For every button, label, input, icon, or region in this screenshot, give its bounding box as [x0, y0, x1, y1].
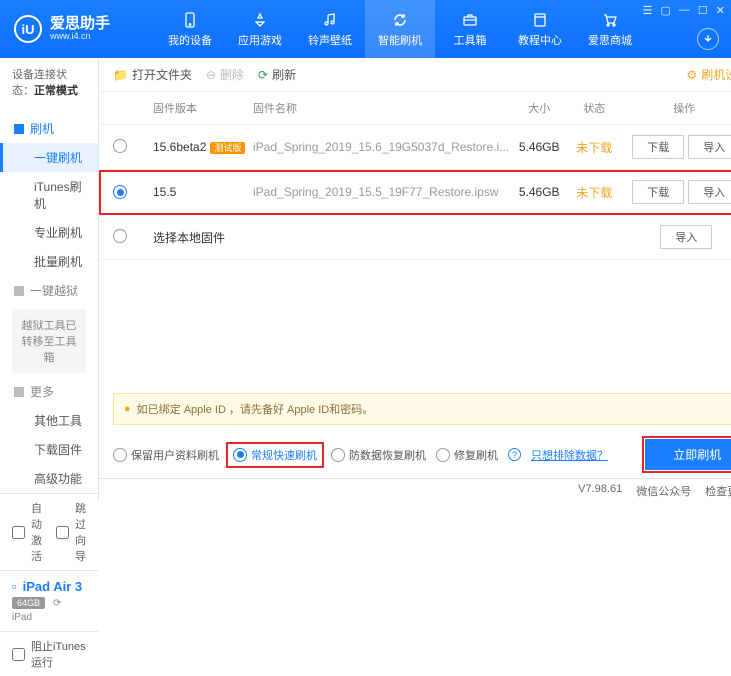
flash-opt-repair[interactable]: 修复刷机: [436, 447, 498, 463]
tab-apps[interactable]: 应用游戏: [225, 0, 295, 58]
radio[interactable]: [113, 185, 127, 199]
skip-guide-checkbox[interactable]: [56, 526, 69, 539]
sidebar-header-jailbreak[interactable]: 一键越狱: [0, 276, 98, 305]
device-icon: ▫: [12, 579, 17, 594]
phone-icon: [181, 11, 199, 29]
jailbreak-note: 越狱工具已转移至工具箱: [12, 309, 86, 373]
sidebar-item-download-fw[interactable]: 下载固件: [0, 435, 98, 464]
main-tabs: 我的设备 应用游戏 铃声壁纸 智能刷机 工具箱 教程中心 爱思商城: [155, 0, 645, 58]
wechat-link[interactable]: 微信公众号: [636, 483, 691, 499]
app-name: 爱思助手: [50, 16, 110, 33]
music-icon: [321, 11, 339, 29]
info-icon[interactable]: ?: [508, 448, 521, 461]
table-row[interactable]: 15.6beta2测试版 iPad_Spring_2019_15.6_19G50…: [99, 125, 731, 170]
tab-ringtones[interactable]: 铃声壁纸: [295, 0, 365, 58]
titlebar: iU 爱思助手 www.i4.cn 我的设备 应用游戏 铃声壁纸 智能刷机 工具…: [0, 0, 731, 58]
download-manager-icon[interactable]: [697, 28, 719, 50]
open-folder-button[interactable]: 📁打开文件夹: [113, 66, 192, 83]
refresh-icon: [391, 11, 409, 29]
warning-icon: ●: [124, 403, 131, 415]
flash-settings-button[interactable]: ⚙刷机设置: [686, 66, 731, 83]
table-row[interactable]: 选择本地固件 导入: [99, 215, 731, 260]
tab-tutorial[interactable]: 教程中心: [505, 0, 575, 58]
sidebar-item-pro[interactable]: 专业刷机: [0, 218, 98, 247]
sidebar-item-batch[interactable]: 批量刷机: [0, 247, 98, 276]
exclude-data-link[interactable]: 只想排除数据？: [531, 447, 608, 463]
auto-activate-checkbox[interactable]: [12, 526, 25, 539]
import-button[interactable]: 导入: [688, 135, 731, 159]
sidebar-item-other[interactable]: 其他工具: [0, 406, 98, 435]
flash-now-button[interactable]: 立即刷机: [645, 439, 731, 470]
close-icon[interactable]: ✕: [716, 4, 725, 17]
flash-opt-normal[interactable]: 常规快速刷机: [229, 445, 321, 465]
cart-icon: [601, 11, 619, 29]
block-itunes-row: 阻止iTunes运行: [0, 631, 98, 676]
window-controls: ☰ ▢ — ☐ ✕: [643, 4, 725, 17]
maximize-icon[interactable]: ☐: [698, 4, 708, 17]
flash-opt-keep-data[interactable]: 保留用户资料刷机: [113, 447, 219, 463]
tab-toolbox[interactable]: 工具箱: [435, 0, 505, 58]
sidebar-item-advanced[interactable]: 高级功能: [0, 464, 98, 493]
apps-icon: [251, 11, 269, 29]
tab-flash[interactable]: 智能刷机: [365, 0, 435, 58]
tab-shop[interactable]: 爱思商城: [575, 0, 645, 58]
delete-button[interactable]: ⊖删除: [206, 66, 244, 83]
logo-icon: iU: [14, 15, 42, 43]
sidebar-header-flash[interactable]: 刷机: [0, 114, 98, 143]
block-itunes-checkbox[interactable]: [12, 648, 25, 661]
minimize-icon[interactable]: —: [679, 4, 690, 17]
sidebar-header-more[interactable]: 更多: [0, 377, 98, 406]
sidebar-item-itunes[interactable]: iTunes刷机: [0, 172, 98, 218]
download-button[interactable]: 下载: [632, 135, 684, 159]
download-button[interactable]: 下载: [632, 180, 684, 204]
delete-icon: ⊖: [206, 68, 216, 82]
app-url: www.i4.cn: [50, 32, 110, 42]
tab-my-device[interactable]: 我的设备: [155, 0, 225, 58]
refresh-button[interactable]: ⟳刷新: [258, 66, 296, 83]
refresh-list-icon: ⟳: [258, 68, 268, 82]
toolbox-icon: [461, 11, 479, 29]
device-info[interactable]: ▫iPad Air 3 64GB⟳ iPad: [0, 570, 98, 631]
content: 📁打开文件夹 ⊖删除 ⟳刷新 ⚙刷机设置 固件版本 固件名称 大小 状态 操作 …: [99, 58, 731, 502]
radio[interactable]: [113, 229, 127, 243]
import-button[interactable]: 导入: [660, 225, 712, 249]
version-label: V7.98.61: [578, 483, 622, 499]
menu-icon[interactable]: ☰: [643, 4, 653, 17]
auto-activate-row: 自动激活 跳过向导: [0, 494, 98, 570]
table-row[interactable]: 15.5 iPad_Spring_2019_15.5_19F77_Restore…: [99, 170, 731, 215]
beta-badge: 测试版: [210, 142, 245, 154]
connection-status: 设备连接状态：正常模式: [0, 58, 98, 106]
warning-bar: ● 如已绑定 Apple ID ，请先备好 Apple ID和密码。 ✕: [113, 393, 731, 425]
sidebar: 设备连接状态：正常模式 刷机 一键刷机 iTunes刷机 专业刷机 批量刷机 一…: [0, 58, 99, 502]
folder-icon: 📁: [113, 68, 128, 82]
radio[interactable]: [113, 139, 127, 153]
logo: iU 爱思助手 www.i4.cn: [0, 15, 155, 43]
refresh-device-icon[interactable]: ⟳: [53, 598, 61, 609]
statusbar: V7.98.61 微信公众号 检查更新: [99, 478, 731, 502]
table-header: 固件版本 固件名称 大小 状态 操作: [99, 92, 731, 125]
flash-options: 保留用户资料刷机 常规快速刷机 防数据恢复刷机 修复刷机 ? 只想排除数据？ 立…: [99, 431, 731, 478]
sidebar-item-oneclick[interactable]: 一键刷机: [0, 143, 98, 172]
toolbar: 📁打开文件夹 ⊖删除 ⟳刷新 ⚙刷机设置: [99, 58, 731, 92]
book-icon: [531, 11, 549, 29]
gear-icon: ⚙: [686, 68, 697, 82]
skin-icon[interactable]: ▢: [661, 4, 671, 17]
flash-opt-anti-recover[interactable]: 防数据恢复刷机: [331, 447, 426, 463]
check-update-link[interactable]: 检查更新: [705, 483, 731, 499]
import-button[interactable]: 导入: [688, 180, 731, 204]
